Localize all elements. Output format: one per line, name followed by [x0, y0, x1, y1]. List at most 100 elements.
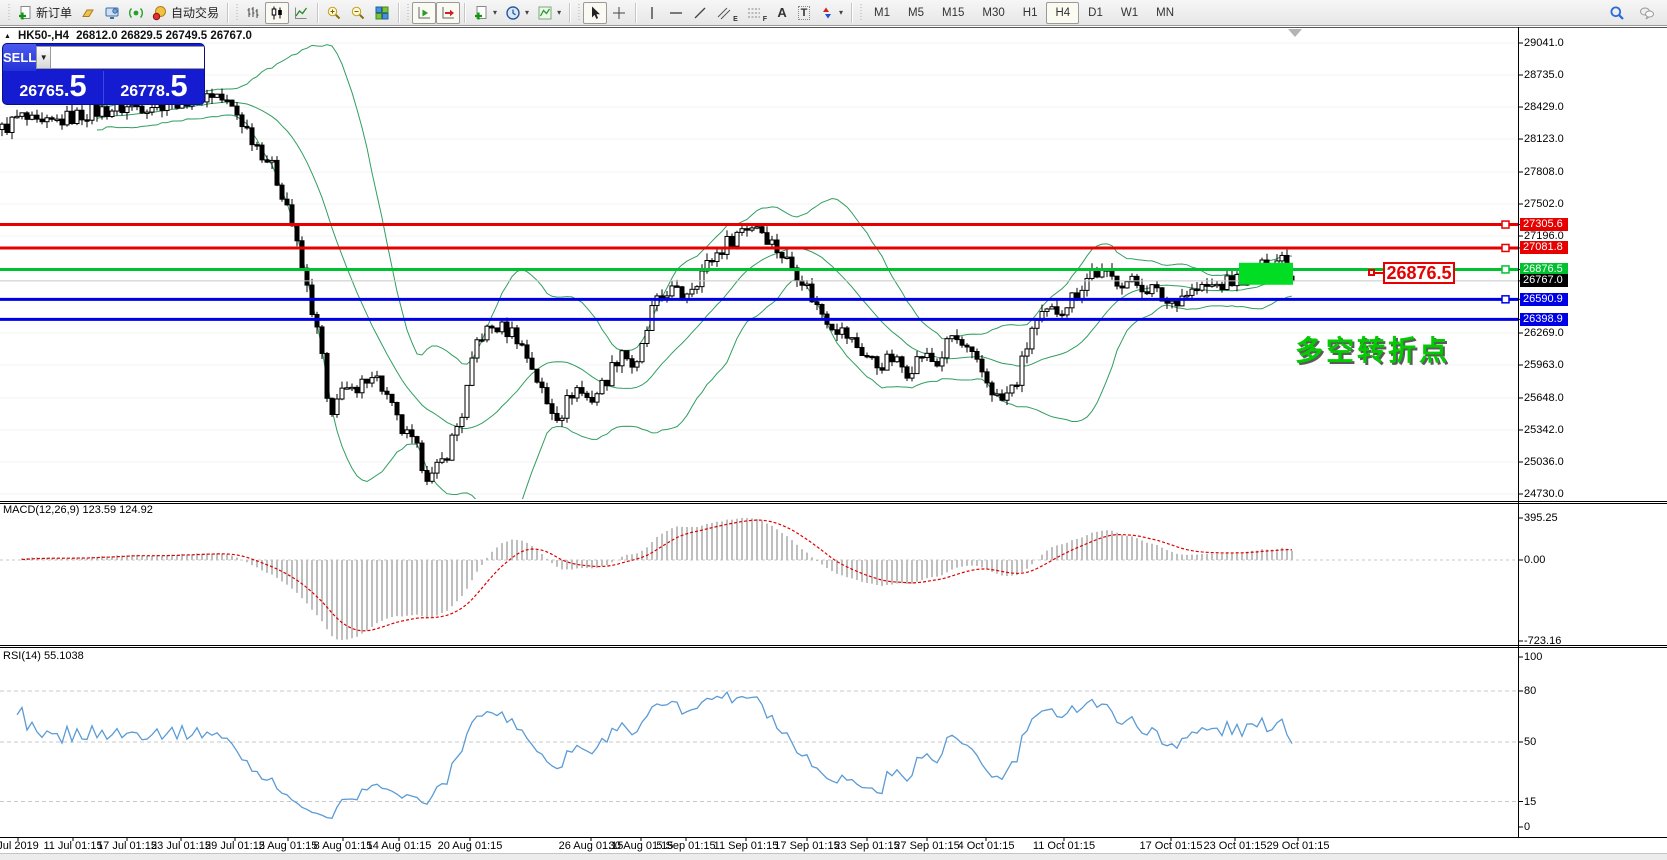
expander-icon[interactable]: ▲ — [4, 33, 11, 40]
chat-icon — [1639, 5, 1655, 21]
timeframes-menu-button[interactable]: ▾ — [501, 2, 533, 24]
fibo-badge: F — [763, 16, 767, 23]
vertical-line-tool-button[interactable] — [640, 2, 664, 24]
new-order-menu-icon — [473, 5, 489, 21]
timeframe-group: M1M5M15M30H1H4D1W1MN — [865, 2, 1183, 24]
sell-price[interactable]: 26765 . 5 — [3, 71, 103, 104]
macd-label: MACD(12,26,9) 123.59 124.92 — [3, 504, 153, 516]
chevron-down-icon: ▾ — [557, 8, 561, 17]
toolbar-grip — [6, 4, 11, 22]
line-chart-button[interactable] — [289, 2, 313, 24]
volume-input[interactable] — [51, 46, 204, 69]
toolbar-separator — [851, 3, 852, 23]
price-level-tag[interactable]: 26876.5 — [1383, 262, 1455, 284]
buy-price-int: 26778 — [120, 77, 165, 104]
toolbar-separator — [464, 3, 465, 23]
timeframe-M1[interactable]: M1 — [865, 2, 899, 24]
tile-windows-button[interactable] — [370, 2, 394, 24]
chinese-annotation[interactable]: 多空转折点 — [1295, 329, 1450, 369]
new-order-icon — [17, 5, 33, 21]
sell-button[interactable]: SELL — [3, 44, 36, 71]
zoom-in-button[interactable] — [322, 2, 346, 24]
toolbar-separator — [227, 3, 228, 23]
eraser-button[interactable] — [76, 2, 100, 24]
arrow-tools-button[interactable]: ▾ — [815, 2, 847, 24]
equidistant-channel-icon — [716, 5, 732, 21]
text-label-tool-button[interactable]: T — [793, 2, 815, 24]
chart-shift-button[interactable] — [412, 2, 436, 24]
new-order-button[interactable]: 新订单 — [13, 2, 76, 24]
timeframe-H4[interactable]: H4 — [1046, 2, 1079, 24]
one-click-trading-panel: SELL ▼ ▲ BUY 26765 . 5 26778 . 5 — [3, 44, 204, 104]
signal-button[interactable] — [124, 2, 148, 24]
new-order-menu-button[interactable]: ▾ — [469, 2, 501, 24]
zoom-out-icon — [350, 5, 366, 21]
text-tool-icon: A — [777, 5, 786, 20]
chevron-down-icon: ▾ — [525, 8, 529, 17]
auto-trading-button[interactable]: 自动交易 — [148, 2, 223, 24]
symbol-period-label: HK50-,H4 — [18, 30, 69, 42]
new-order-label: 新订单 — [36, 4, 72, 21]
search-icon — [1609, 5, 1625, 21]
chart-shift-icon — [416, 5, 432, 21]
text-label-icon: T — [798, 6, 811, 20]
bar-chart-button[interactable] — [241, 2, 265, 24]
candlestick-chart-icon — [269, 5, 285, 21]
vertical-line-icon — [644, 5, 660, 21]
candlestick-chart-button[interactable] — [265, 2, 289, 24]
trade-panel-prices-row: 26765 . 5 26778 . 5 — [3, 71, 204, 104]
arrow-tools-icon — [819, 5, 835, 21]
toolbar: 新订单 自动交易 — [0, 0, 1667, 26]
chart-window-icon — [104, 5, 120, 21]
clock-icon — [505, 5, 521, 21]
crosshair-icon — [611, 5, 627, 21]
timeframe-M30[interactable]: M30 — [973, 2, 1013, 24]
auto-scroll-icon — [440, 5, 456, 21]
fibonacci-tool-button[interactable]: F — [742, 2, 771, 24]
chart-canvas[interactable] — [0, 0, 1667, 860]
crosshair-tool-button[interactable] — [607, 2, 631, 24]
trend-line-tool-button[interactable] — [688, 2, 712, 24]
horizontal-line-icon — [668, 5, 684, 21]
templates-menu-button[interactable]: ▾ — [533, 2, 565, 24]
timeframe-M15[interactable]: M15 — [933, 2, 973, 24]
chat-button[interactable] — [1635, 2, 1659, 24]
zoom-in-icon — [326, 5, 342, 21]
horizontal-line-tool-button[interactable] — [664, 2, 688, 24]
cursor-tool-button[interactable] — [583, 2, 607, 24]
auto-scroll-button[interactable] — [436, 2, 460, 24]
equidistant-channel-tool-button[interactable]: E — [712, 2, 742, 24]
chevron-down-icon: ▾ — [839, 8, 843, 17]
highlight-zone[interactable] — [1239, 263, 1293, 285]
ohlc-values: 26812.0 26829.5 26749.5 26767.0 — [76, 30, 252, 42]
bottom-strip — [0, 853, 1667, 860]
toolbar-grip — [405, 4, 410, 22]
toolbar-right-group — [1605, 2, 1663, 24]
indicator-template-icon — [537, 5, 553, 21]
fibonacci-retracement-icon — [746, 5, 762, 21]
buy-price[interactable]: 26778 . 5 — [104, 71, 204, 104]
text-tool-button[interactable]: A — [771, 2, 793, 24]
timeframe-H1[interactable]: H1 — [1014, 2, 1047, 24]
auto-trading-label: 自动交易 — [171, 4, 219, 21]
trend-line-icon — [692, 5, 708, 21]
chart-window-button[interactable] — [100, 2, 124, 24]
sell-price-frac: 5 — [69, 71, 86, 101]
rsi-label: RSI(14) 55.1038 — [3, 650, 84, 662]
volume-decrease-button[interactable]: ▼ — [36, 46, 51, 69]
auto-trading-icon — [152, 5, 168, 21]
toolbar-grip — [576, 4, 581, 22]
timeframe-M5[interactable]: M5 — [899, 2, 933, 24]
search-button[interactable] — [1605, 2, 1629, 24]
mt4-window: 新订单 自动交易 — [0, 0, 1667, 860]
timeframe-D1[interactable]: D1 — [1079, 2, 1112, 24]
toolbar-separator — [635, 3, 636, 23]
toolbar-separator — [569, 3, 570, 23]
chart-title: ▲ HK50-,H4 26812.0 26829.5 26749.5 26767… — [4, 30, 252, 42]
chevron-down-icon: ▾ — [493, 8, 497, 17]
zoom-out-button[interactable] — [346, 2, 370, 24]
tile-windows-icon — [374, 5, 390, 21]
timeframe-W1[interactable]: W1 — [1112, 2, 1147, 24]
timeframe-MN[interactable]: MN — [1147, 2, 1183, 24]
toolbar-separator — [398, 3, 399, 23]
